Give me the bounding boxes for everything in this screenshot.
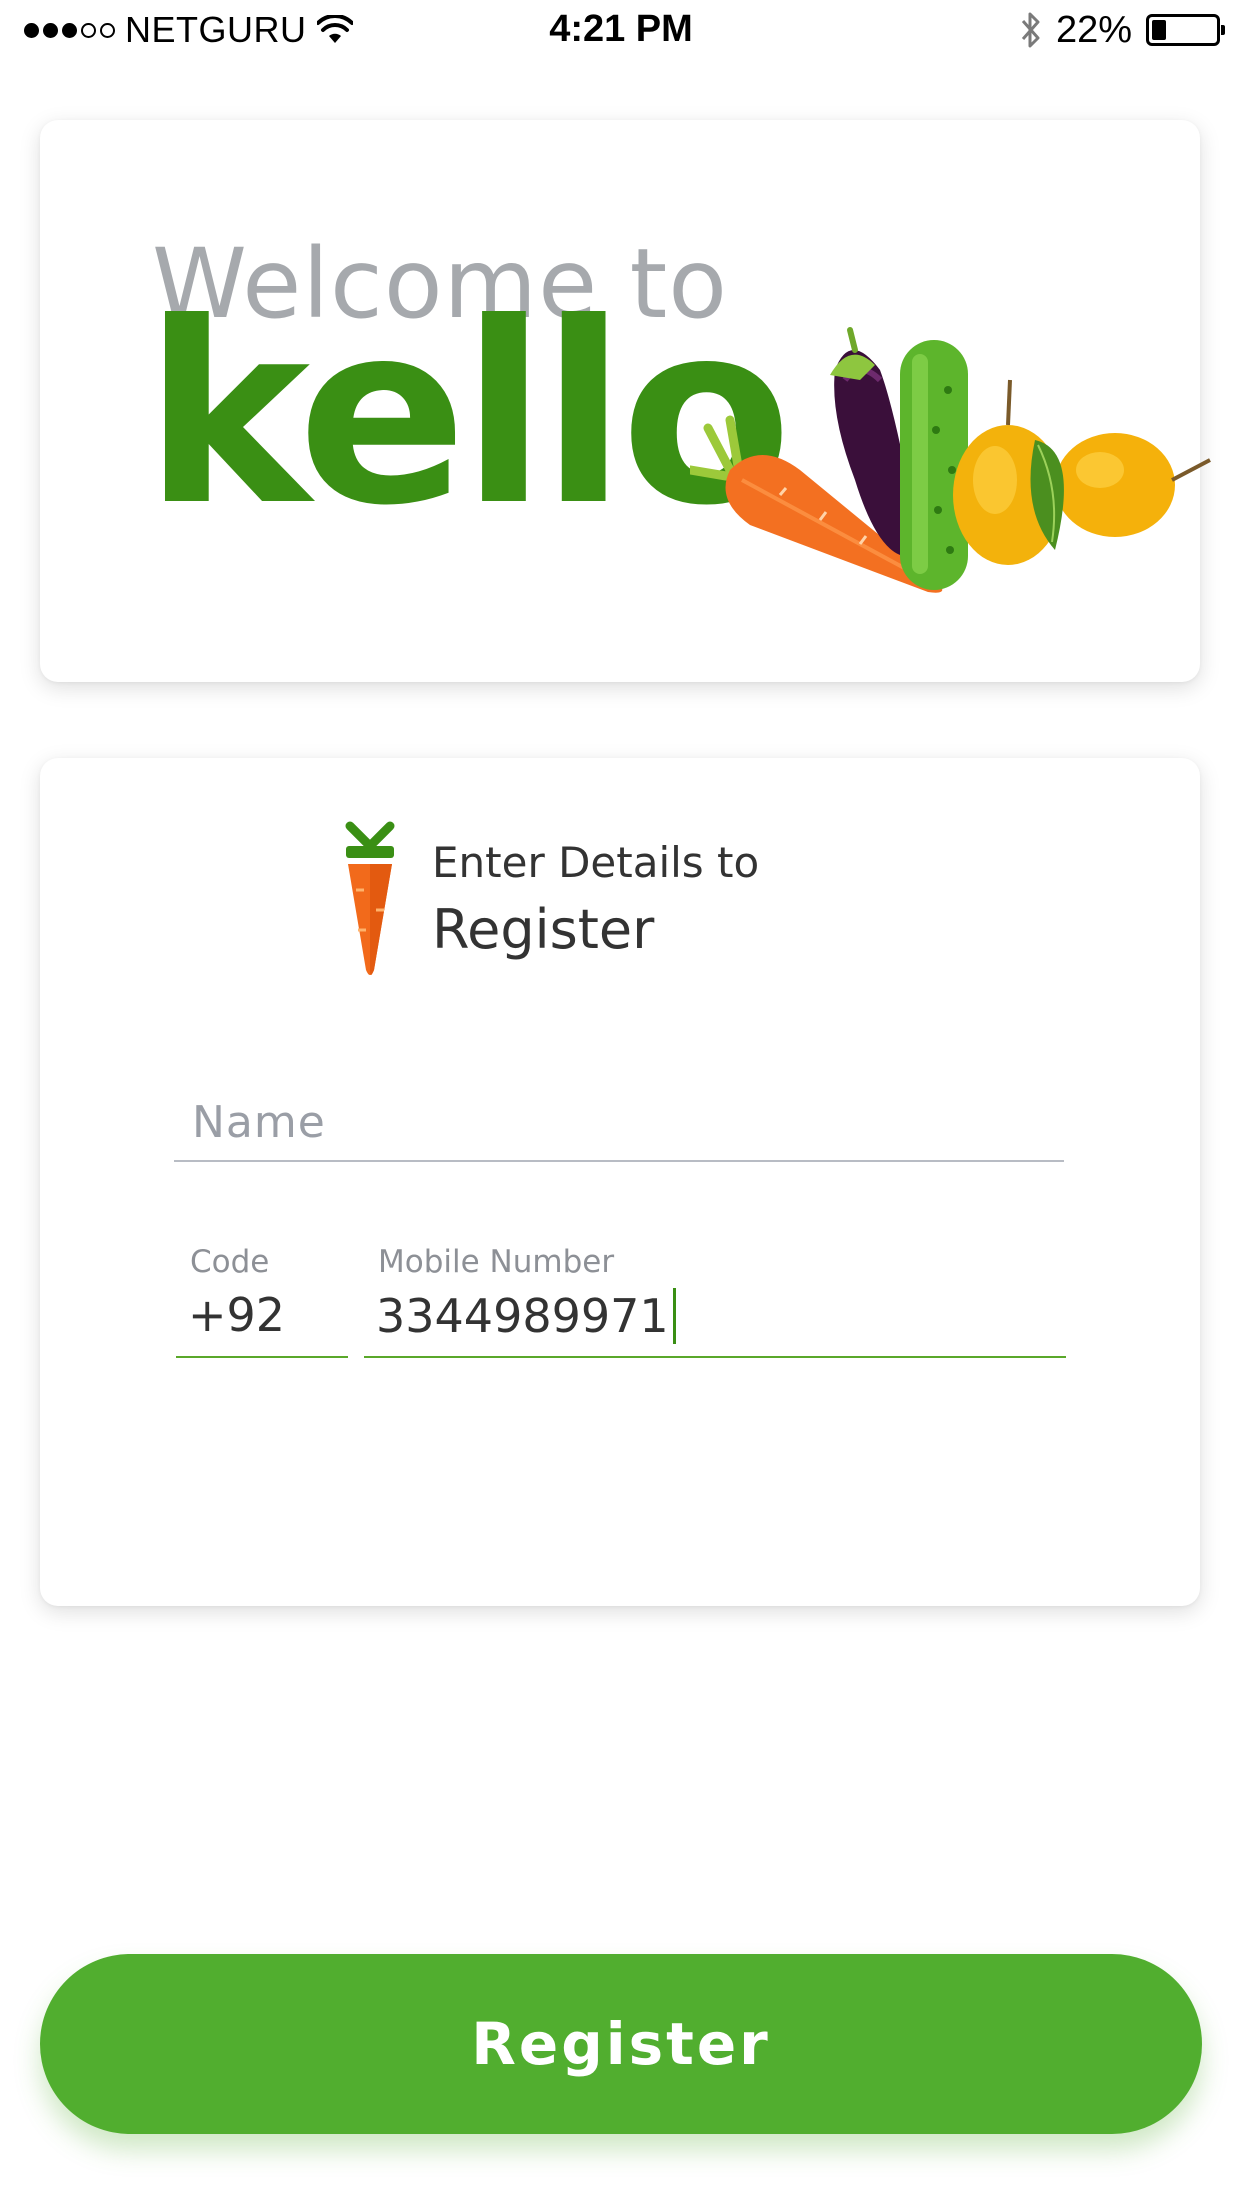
register-header: Enter Details to Register	[340, 820, 940, 980]
cucumber-illustration	[900, 340, 968, 590]
status-bar: NETGURU 4:21 PM 22%	[0, 0, 1242, 60]
code-label: Code	[190, 1244, 270, 1280]
name-input[interactable]	[174, 1086, 1082, 1158]
battery-icon	[1146, 14, 1225, 46]
vegetables-illustration	[690, 327, 1211, 593]
mobile-number-label: Mobile Number	[378, 1244, 615, 1280]
status-right: 22%	[1020, 8, 1225, 51]
name-field	[174, 1086, 1082, 1162]
carrot-icon	[345, 821, 395, 975]
bluetooth-icon	[1021, 12, 1040, 48]
register-button[interactable]: Register	[40, 1954, 1202, 2134]
text-cursor	[672, 1288, 676, 1344]
register-card: Enter Details to Register Code +92 Mobil…	[40, 758, 1200, 1606]
battery-percent: 22%	[1055, 8, 1132, 51]
register-subtitle: Enter Details to	[432, 838, 760, 887]
mobile-number-field[interactable]: Mobile Number 3344989971	[364, 1236, 1066, 1358]
battery-level-fill	[1152, 20, 1166, 40]
mobile-number-value: 3344989971	[376, 1289, 669, 1343]
mobile-number-input[interactable]: 3344989971	[376, 1288, 676, 1344]
country-code-field[interactable]: Code +92	[176, 1236, 348, 1358]
welcome-card: Welcome to kello	[40, 120, 1211, 682]
register-title: Register	[432, 898, 655, 961]
mango-illustration	[953, 379, 1211, 565]
code-value[interactable]: +92	[188, 1288, 285, 1342]
register-button-label: Register	[471, 2010, 771, 2078]
